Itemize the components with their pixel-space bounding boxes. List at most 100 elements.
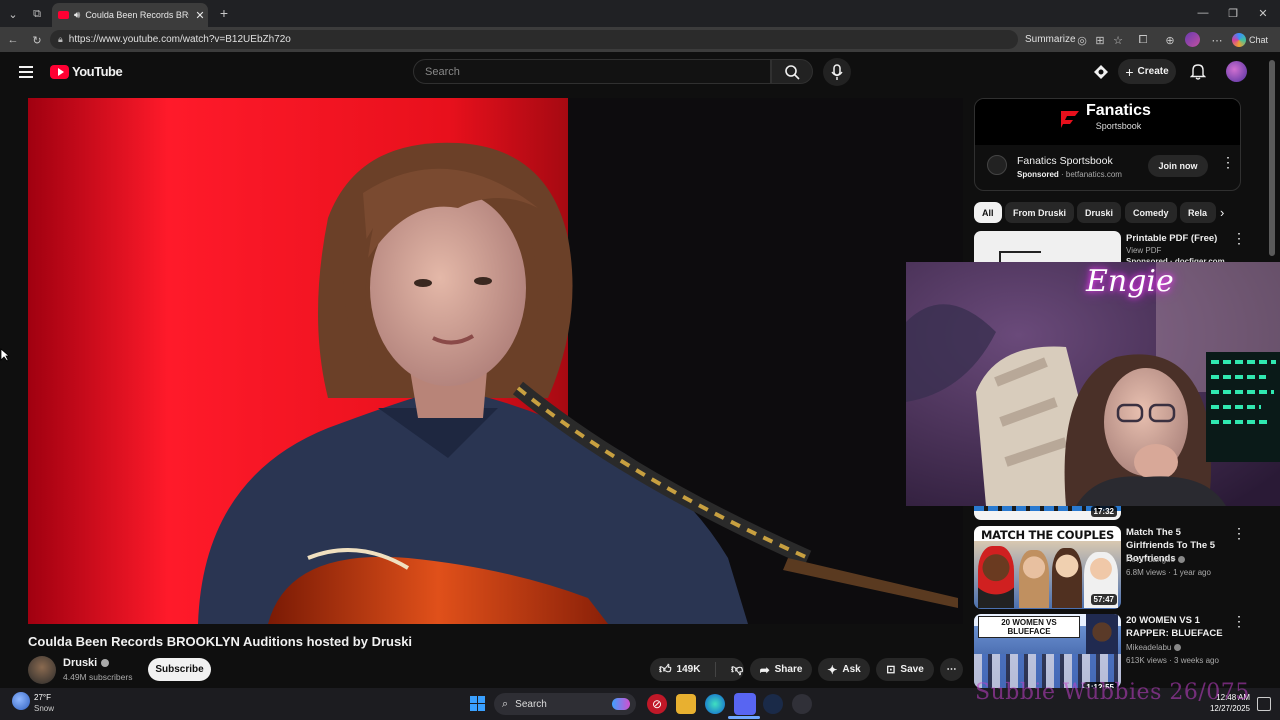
address-bar[interactable]: 🔒︎ https://www.youtube.com/watch?v=B12UE… <box>50 30 1018 49</box>
video-player[interactable] <box>28 98 963 624</box>
search-icon <box>785 65 800 80</box>
more-actions-button[interactable]: ⋯ <box>940 658 963 681</box>
search-input[interactable]: Search <box>413 59 771 84</box>
like-dislike-group: 👍︎ 149K 👎︎ <box>650 658 744 681</box>
app-icon-red[interactable]: ⊘ <box>647 694 667 714</box>
notification-center-icon[interactable] <box>1257 697 1271 711</box>
recommendation-channel-row: Kevin Langue <box>1126 555 1185 564</box>
like-button[interactable]: 👍︎ 149K <box>650 662 716 677</box>
chip-all[interactable]: All <box>974 202 1002 223</box>
split-screen-icon[interactable]: ⊞ <box>1093 33 1107 47</box>
weather-condition: Snow <box>34 704 55 713</box>
taskbar-search-icon: ⌕ <box>502 697 509 710</box>
video-duration: 17:32 <box>1090 506 1117 517</box>
channel-name-link[interactable]: Druski <box>63 657 110 669</box>
recommendation-thumbnail[interactable]: 17:32 <box>974 506 1121 520</box>
minimize-icon[interactable]: — <box>1196 6 1210 20</box>
ad-brand-sub: Sportsbook <box>1095 121 1142 131</box>
favorite-star-icon[interactable]: ☆ <box>1111 33 1125 47</box>
app-icon-controller[interactable] <box>792 694 812 714</box>
subscribe-button[interactable]: Subscribe <box>148 658 211 681</box>
ad-cta-button[interactable]: Join now <box>1148 155 1208 177</box>
speaker-icon[interactable]: 🔊︎ <box>74 10 80 21</box>
premium-gift-icon[interactable] <box>1093 64 1109 80</box>
chip-from-druski[interactable]: From Druski <box>1005 202 1075 223</box>
account-avatar[interactable] <box>1226 61 1247 82</box>
ad-brand-name: Fanatics <box>1086 102 1151 119</box>
summarize-button[interactable]: Summarize <box>1025 34 1076 45</box>
youtube-logo[interactable]: YouTube <box>50 64 123 79</box>
tab-close-icon[interactable]: ✕ <box>195 9 204 22</box>
ad-title: Fanatics Sportsbook <box>1017 155 1113 167</box>
sponsored-ad-card[interactable]: Fanatics Sportsbook Fanatics Sportsbook … <box>974 98 1241 191</box>
summarize-icon[interactable]: ◎ <box>1075 33 1089 47</box>
taskbar-search-box[interactable]: ⌕ Search <box>494 693 636 715</box>
save-button[interactable]: ⊡ Save <box>876 658 934 681</box>
create-label: Create <box>1137 66 1169 77</box>
share-button[interactable]: ➦ Share <box>750 658 812 681</box>
dislike-button[interactable]: 👎︎ <box>721 662 743 677</box>
chip-druski[interactable]: Druski <box>1077 202 1122 223</box>
restore-icon[interactable]: ❐ <box>1226 6 1240 20</box>
recommendation-more-icon[interactable]: ⋮ <box>1232 614 1246 628</box>
file-explorer-icon[interactable] <box>676 694 696 714</box>
refresh-icon[interactable]: ↻ <box>30 33 44 47</box>
chat-label: Chat <box>1249 34 1269 45</box>
video-title: Coulda Been Records BROOKLYN Auditions h… <box>28 634 413 649</box>
window-close-icon[interactable]: ✕ <box>1256 6 1270 20</box>
recommendation-channel[interactable]: Mikeadelabu <box>1126 643 1171 652</box>
weather-temp: 27°F <box>34 693 51 702</box>
sponsored-item-title[interactable]: Printable PDF (Free) <box>1126 232 1236 245</box>
edge-browser-icon[interactable] <box>705 694 725 714</box>
search-button[interactable] <box>771 59 813 84</box>
tab-list-chevron-icon[interactable]: ⌄ <box>6 7 20 21</box>
recommendation-more-icon[interactable]: ⋮ <box>1232 526 1246 540</box>
hamburger-menu-icon[interactable] <box>19 66 33 78</box>
recommendation-title[interactable]: 20 WOMEN VS 1 RAPPER: BLUEFACE <box>1126 614 1228 640</box>
recommendation-thumbnail[interactable]: 20 WOMEN VS BLUEFACE 1:12:55 <box>974 614 1121 688</box>
windows-start-icon[interactable] <box>470 696 485 711</box>
back-icon[interactable]: ← <box>6 33 20 47</box>
collections-icon[interactable]: ⊕ <box>1163 33 1177 47</box>
site-info-icon[interactable]: 🔒︎ <box>58 34 63 45</box>
tab-active-youtube[interactable]: 🔊︎ Coulda Been Records BROOKL ✕ <box>52 3 208 27</box>
clock-date: 12/27/2025 <box>1209 704 1250 713</box>
recommendation-thumbnail[interactable]: MATCH THE COUPLES 57:47 <box>974 526 1121 609</box>
copilot-icon <box>1232 32 1246 47</box>
new-tab-icon[interactable]: + <box>217 5 231 21</box>
tab-title: Coulda Been Records BROOKL <box>85 10 189 20</box>
sponsored-item-thumbnail[interactable] <box>974 231 1121 262</box>
voice-search-button[interactable] <box>823 58 851 86</box>
recommendation-channel[interactable]: Kevin Langue <box>1126 555 1175 564</box>
notifications-bell-icon[interactable] <box>1189 63 1207 80</box>
steam-icon[interactable] <box>763 694 783 714</box>
channel-name: Druski <box>63 657 98 669</box>
weather-icon[interactable] <box>12 692 30 710</box>
discord-icon[interactable] <box>734 693 756 715</box>
neon-sign-text: Engie <box>1086 264 1174 299</box>
subscribe-label: Subscribe <box>155 664 204 675</box>
sponsored-item-more-icon[interactable]: ⋮ <box>1232 231 1246 245</box>
copilot-chat-button[interactable]: Chat <box>1232 31 1274 48</box>
thumbs-up-icon: 👍︎ <box>659 662 672 676</box>
profile-avatar[interactable] <box>1185 32 1200 47</box>
fanatics-flag-icon <box>1061 110 1079 128</box>
more-menu-icon[interactable]: ⋯ <box>1210 33 1224 47</box>
chip-related[interactable]: Rela <box>1180 202 1216 223</box>
ask-button[interactable]: ✦ Ask <box>818 658 870 681</box>
extensions-icon[interactable]: ⧠ <box>1136 33 1150 47</box>
workspaces-icon[interactable]: ⧉ <box>30 7 44 21</box>
thumbnail-text: MATCH THE COUPLES <box>980 528 1115 542</box>
thumbs-down-icon: 👎︎ <box>731 662 744 676</box>
chips-next-chevron-icon[interactable]: › <box>1220 205 1224 220</box>
page-scrollbar[interactable] <box>1269 60 1275 256</box>
chip-comedy[interactable]: Comedy <box>1125 202 1177 223</box>
ad-more-icon[interactable]: ⋮ <box>1221 155 1235 169</box>
channel-avatar[interactable] <box>28 656 56 684</box>
chip-label: From Druski <box>1013 207 1067 218</box>
create-button[interactable]: + Create <box>1118 59 1176 84</box>
ask-label: Ask <box>842 664 861 675</box>
save-playlist-icon: ⊡ <box>886 664 896 676</box>
share-arrow-icon: ➦ <box>759 662 770 677</box>
chip-label: Rela <box>1188 207 1208 218</box>
